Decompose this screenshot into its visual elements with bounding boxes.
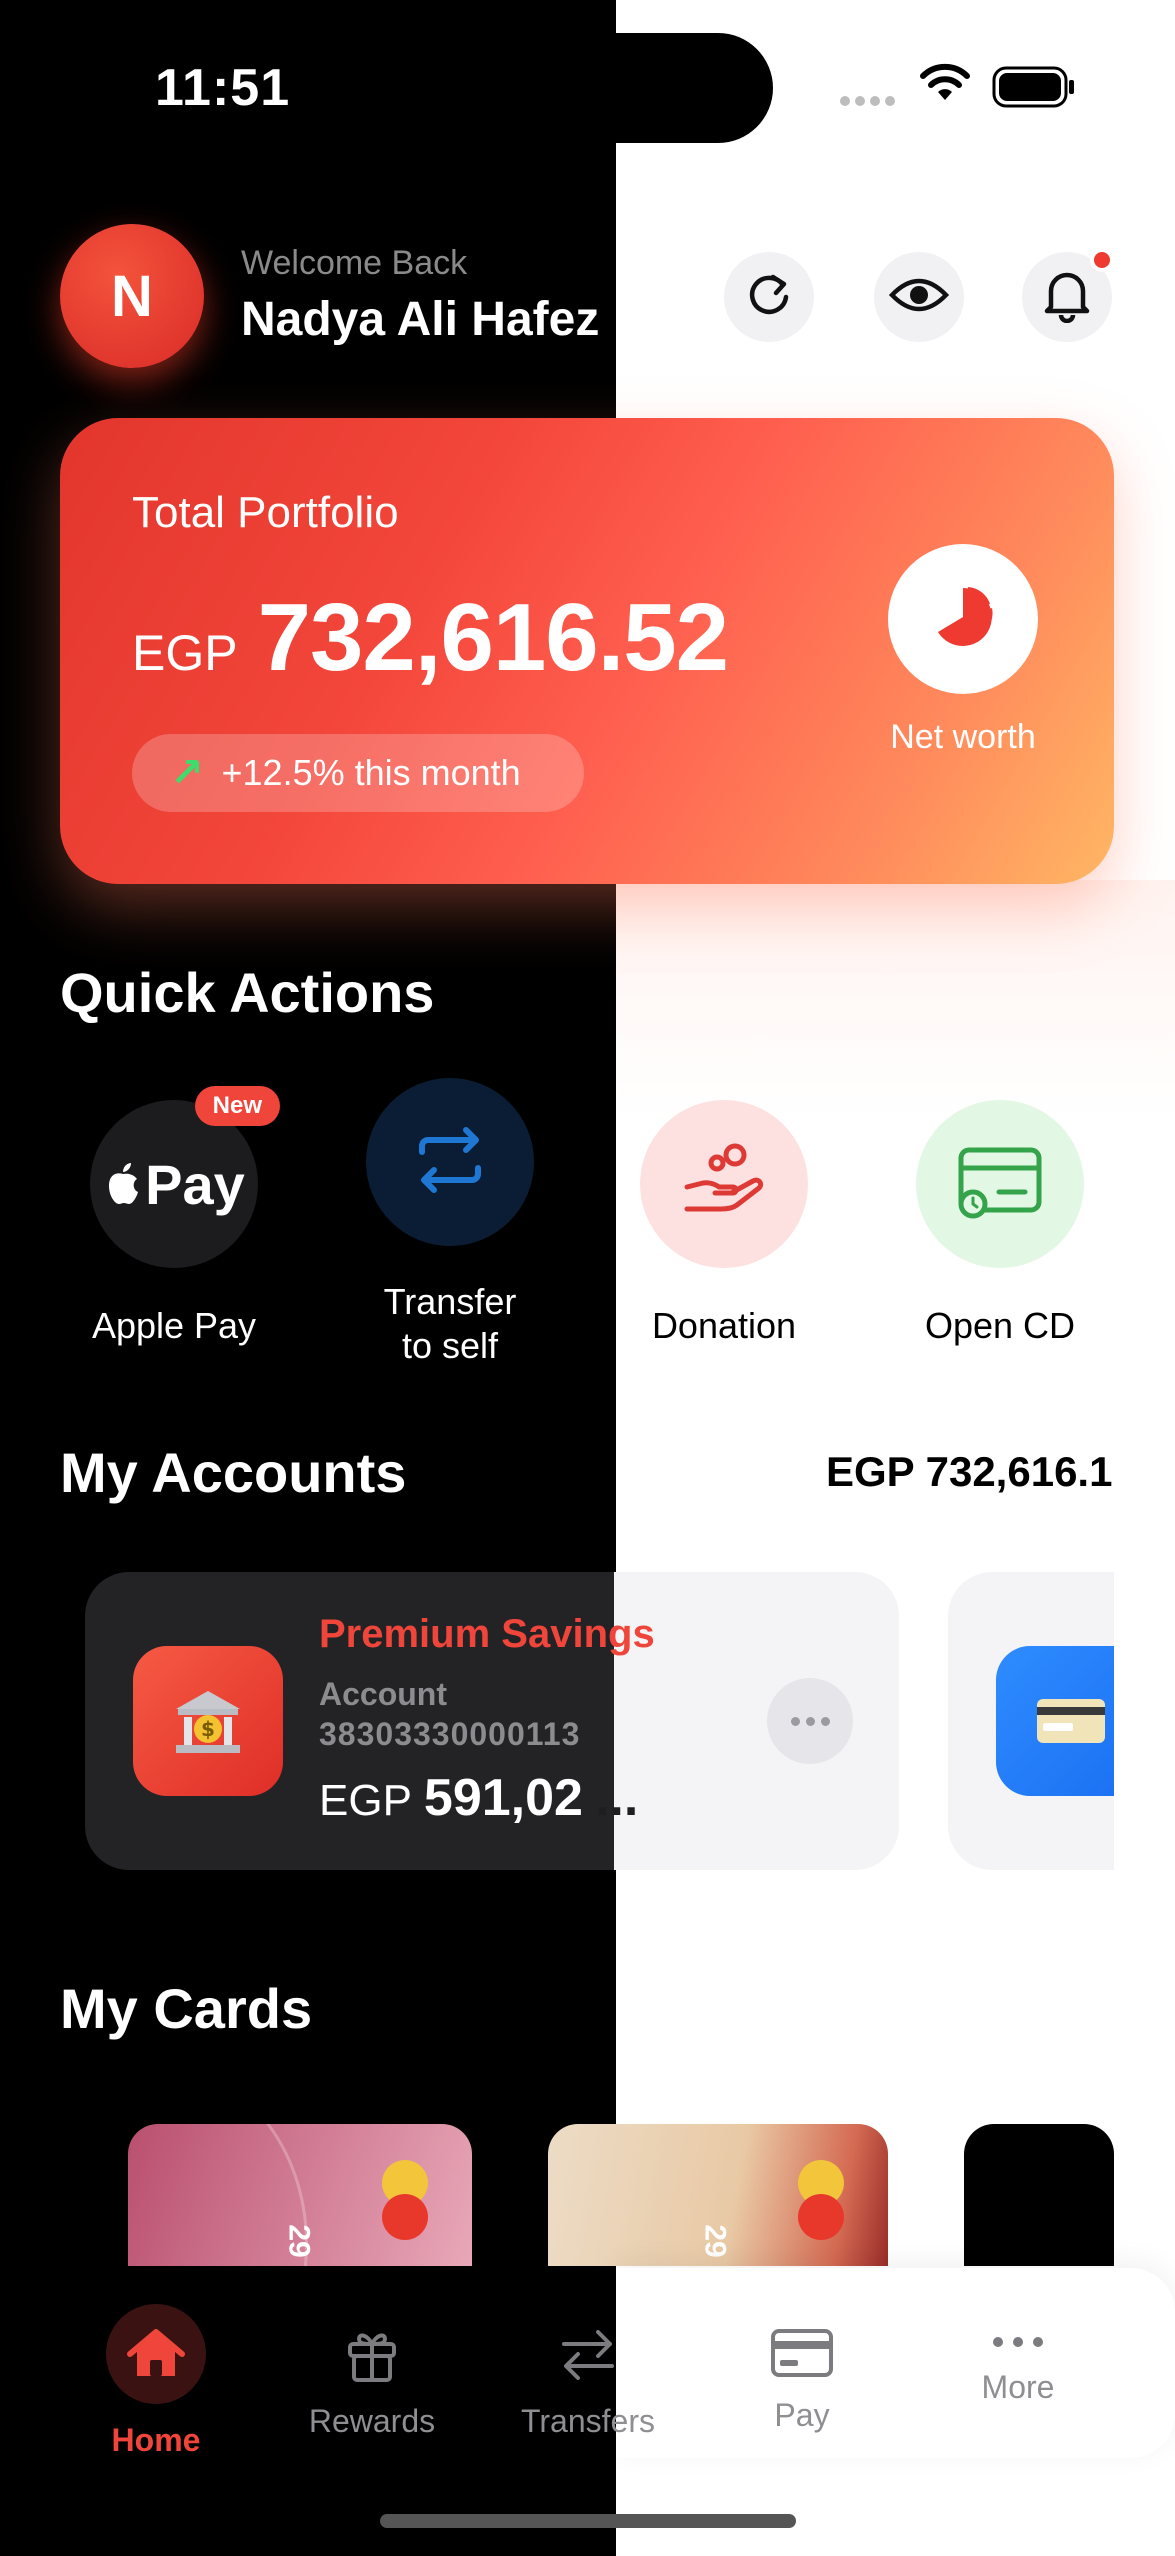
portfolio-change-text: +12.5% this month xyxy=(221,752,521,793)
card-item[interactable]: 29 xyxy=(548,2124,888,2266)
account-balance: EGP 591,02... xyxy=(319,1768,638,1828)
dynamic-island xyxy=(500,33,773,143)
notification-dot xyxy=(1090,248,1114,272)
battery-icon xyxy=(992,66,1076,113)
avatar-initial: N xyxy=(111,263,153,329)
wifi-icon xyxy=(918,62,972,107)
quick-action-donation[interactable]: Donation xyxy=(614,1100,834,1348)
accounts-total: EGP 732,616.1 xyxy=(826,1448,1113,1495)
more-dot xyxy=(790,1716,800,1726)
card-item[interactable]: 29 xyxy=(128,2124,472,2266)
tab-home[interactable]: Home xyxy=(56,2304,256,2459)
transfer-to-self-button[interactable] xyxy=(366,1078,534,1246)
home-icon-wrapper xyxy=(106,2304,206,2404)
gift-icon xyxy=(348,2333,396,2382)
quick-action-open-cd[interactable]: Open CD xyxy=(890,1100,1110,1348)
quick-action-apple-pay[interactable]: Pay New Apple Pay xyxy=(64,1086,284,1348)
quick-action-label: Transfer to self xyxy=(340,1280,560,1368)
apple-icon xyxy=(109,1163,139,1204)
tab-more[interactable]: More xyxy=(918,2334,1118,2406)
avatar[interactable]: N xyxy=(60,224,204,368)
account-currency: EGP xyxy=(319,1776,412,1825)
card-number-fragment: 29 xyxy=(698,2224,732,2258)
transfer-arrows-icon xyxy=(562,2330,614,2380)
donation-button[interactable] xyxy=(640,1100,808,1268)
pie-chart-icon xyxy=(930,584,996,655)
net-worth-label: Net worth xyxy=(890,718,1036,756)
quick-action-transfer-to-self[interactable]: Transfer to self xyxy=(340,1078,560,1368)
card-number-fragment: 29 xyxy=(282,2224,316,2258)
quick-actions-title: Quick Actions xyxy=(60,961,435,1024)
portfolio-change-badge: ↗ +12.5% this month xyxy=(132,734,584,812)
donation-hand-icon xyxy=(679,1137,769,1232)
account-number: 38303330000113 xyxy=(319,1716,581,1752)
new-badge: New xyxy=(194,1086,280,1126)
background-glow xyxy=(616,880,1175,1120)
mastercard-logo-icon xyxy=(798,2160,844,2240)
account-type: Account xyxy=(319,1676,447,1712)
trend-up-icon: ↗ xyxy=(170,751,204,795)
tab-rewards[interactable]: Rewards xyxy=(272,2324,472,2440)
tab-transfers[interactable]: Transfers xyxy=(488,2324,688,2440)
apple-pay-button[interactable]: Pay New xyxy=(90,1086,280,1268)
card-icon xyxy=(771,2329,833,2377)
refresh-icon xyxy=(743,269,795,326)
more-icon xyxy=(993,2337,1043,2347)
welcome-text: Welcome Back xyxy=(241,244,468,282)
portfolio-currency: EGP xyxy=(132,625,238,681)
account-card-partial[interactable] xyxy=(948,1572,1114,1870)
card-item[interactable] xyxy=(964,2124,1114,2266)
apple-pay-text: Pay xyxy=(145,1152,245,1216)
certificate-card-icon xyxy=(955,1144,1045,1225)
portfolio-amount: EGP 732,616.52 xyxy=(132,583,729,693)
user-name: Nadya Ali Hafez xyxy=(241,293,600,346)
home-icon xyxy=(127,2329,185,2376)
apple-pay-logo: Pay xyxy=(103,1152,245,1217)
bell-icon xyxy=(1041,267,1093,328)
tab-label: Home xyxy=(111,2422,201,2458)
toggle-visibility-button[interactable] xyxy=(874,252,964,342)
refresh-button[interactable] xyxy=(724,252,814,342)
tab-label: Rewards xyxy=(308,2403,436,2439)
balance-truncation: ... xyxy=(594,1769,639,1827)
account-more-button[interactable] xyxy=(767,1678,853,1764)
bank-icon: $ xyxy=(133,1646,283,1796)
eye-icon xyxy=(888,275,950,320)
tab-label: More xyxy=(981,2369,1055,2405)
tab-pay[interactable]: Pay xyxy=(702,2328,902,2434)
tab-label: Pay xyxy=(774,2397,830,2433)
quick-action-label: Donation xyxy=(651,1305,797,1346)
account-balance-value: 591,02 xyxy=(423,1769,583,1827)
more-dot xyxy=(805,1716,815,1726)
portfolio-title: Total Portfolio xyxy=(132,488,399,537)
transfer-arrows-icon xyxy=(412,1122,488,1203)
mastercard-logo-icon xyxy=(382,2160,428,2240)
status-time: 11:51 xyxy=(155,59,291,117)
label-line-2: to self xyxy=(401,1325,499,1366)
account-name: Premium Savings xyxy=(319,1612,655,1656)
cellular-signal-icon xyxy=(840,96,895,106)
quick-action-label: Open CD xyxy=(924,1305,1076,1346)
label-line-1: Transfer xyxy=(383,1281,517,1322)
my-cards-title: My Cards xyxy=(60,1977,313,2040)
tab-label: Transfers xyxy=(521,2403,655,2439)
more-dot xyxy=(820,1716,830,1726)
net-worth-button[interactable] xyxy=(888,544,1038,694)
portfolio-value: 732,616.52 xyxy=(257,584,729,691)
quick-action-label: Apple Pay xyxy=(91,1305,257,1346)
home-indicator[interactable] xyxy=(380,2514,796,2528)
open-cd-button[interactable] xyxy=(916,1100,1084,1268)
credit-card-icon xyxy=(996,1646,1114,1796)
svg-text:$: $ xyxy=(201,1717,215,1741)
notifications-button[interactable] xyxy=(1022,248,1114,342)
my-accounts-title: My Accounts xyxy=(60,1441,407,1504)
account-card[interactable]: $ Premium Savings Account 38303330000113… xyxy=(85,1572,899,1870)
tab-bar: Home Rewards Transfers Pay More xyxy=(0,2268,1175,2556)
portfolio-card[interactable]: Total Portfolio EGP 732,616.52 ↗ +12.5% … xyxy=(60,418,1114,884)
